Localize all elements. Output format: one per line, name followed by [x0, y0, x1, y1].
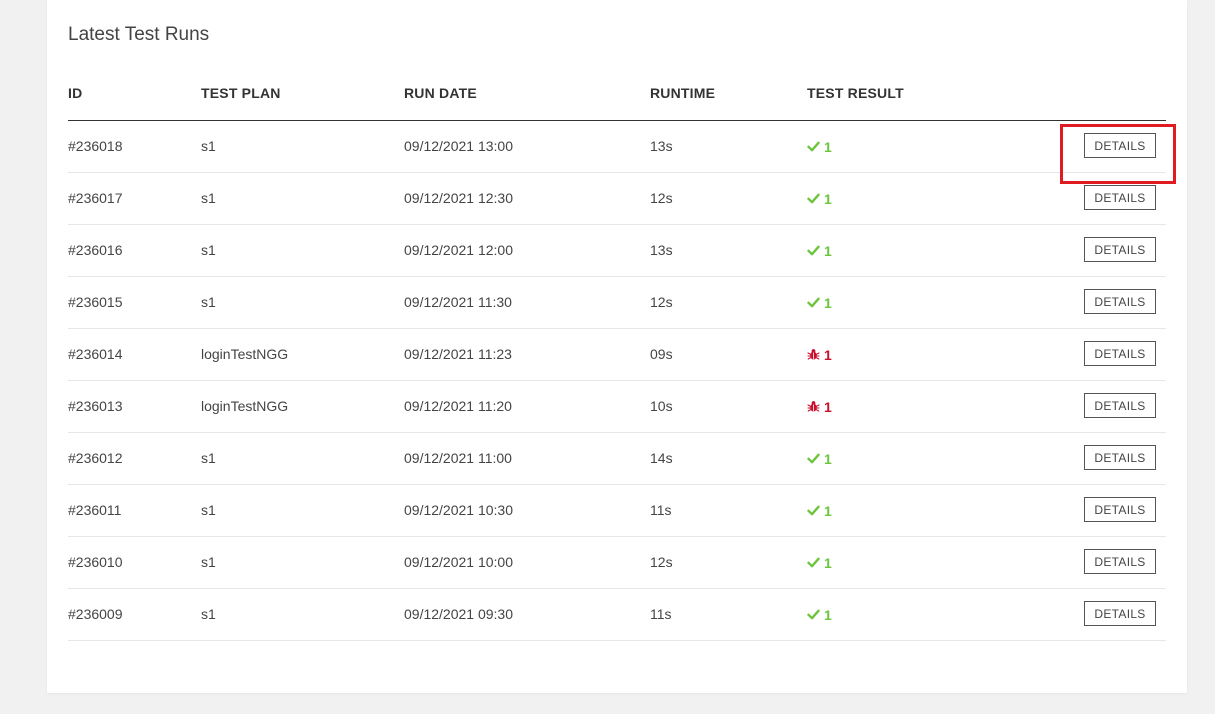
result-count: 1 [824, 398, 832, 415]
check-icon [807, 608, 820, 621]
table-row: #236010 s1 09/12/2021 10:00 12s 1 DETAILS [68, 537, 1166, 589]
column-header-run-date: RUN DATE [404, 85, 477, 101]
runtime: 12s [650, 190, 673, 206]
table-row: #236009 s1 09/12/2021 09:30 11s 1 DETAILS [68, 589, 1166, 641]
run-date: 09/12/2021 12:00 [404, 242, 513, 258]
details-button[interactable]: DETAILS [1084, 601, 1156, 626]
run-date: 09/12/2021 10:00 [404, 554, 513, 570]
run-date: 09/12/2021 13:00 [404, 138, 513, 154]
runtime: 13s [650, 242, 673, 258]
table-row: #236017 s1 09/12/2021 12:30 12s 1 DETAILS [68, 173, 1166, 225]
check-icon [807, 296, 820, 309]
column-header-test-plan: TEST PLAN [201, 85, 281, 101]
result-count: 1 [824, 346, 832, 363]
result-count: 1 [824, 606, 832, 623]
test-plan: s1 [201, 138, 216, 154]
table-row: #236014 loginTestNGG 09/12/2021 11:23 09s 1 D… [68, 329, 1166, 381]
table-header: ID TEST PLAN RUN DATE RUNTIME TEST RESUL… [68, 80, 1166, 121]
run-id: #236009 [68, 606, 123, 622]
test-result: 1 [807, 121, 832, 172]
test-result: 1 [807, 277, 832, 328]
run-id: #236017 [68, 190, 123, 206]
column-header-test-result: TEST RESULT [807, 85, 904, 101]
runtime: 10s [650, 398, 673, 414]
table-row: #236018 s1 09/12/2021 13:00 13s 1 DETAILS [68, 121, 1166, 173]
details-button[interactable]: DETAILS [1084, 445, 1156, 470]
result-count: 1 [824, 294, 832, 311]
run-date: 09/12/2021 09:30 [404, 606, 513, 622]
run-id: #236013 [68, 398, 123, 414]
result-count: 1 [824, 554, 832, 571]
run-id: #236015 [68, 294, 123, 310]
test-result: 1 [807, 589, 832, 640]
runtime: 12s [650, 294, 673, 310]
result-count: 1 [824, 138, 832, 155]
table-row: #236013 loginTestNGG 09/12/2021 11:20 10s 1 D… [68, 381, 1166, 433]
column-header-id: ID [68, 85, 83, 101]
test-result: 1 [807, 485, 832, 536]
runtime: 11s [650, 606, 672, 622]
result-count: 1 [824, 450, 832, 467]
latest-test-runs-panel: Latest Test Runs ID TEST PLAN RUN DATE R… [47, 0, 1187, 693]
check-icon [807, 556, 820, 569]
details-button[interactable]: DETAILS [1084, 289, 1156, 314]
test-result: 1 [807, 433, 832, 484]
run-id: #236014 [68, 346, 123, 362]
test-plan: s1 [201, 294, 216, 310]
test-plan: s1 [201, 242, 216, 258]
bug-icon [807, 348, 820, 361]
panel-title: Latest Test Runs [68, 24, 210, 45]
run-date: 09/12/2021 11:30 [404, 294, 512, 310]
test-result: 1 [807, 329, 832, 380]
run-id: #236018 [68, 138, 123, 154]
test-result: 1 [807, 173, 832, 224]
details-button[interactable]: DETAILS [1084, 497, 1156, 522]
check-icon [807, 140, 820, 153]
result-count: 1 [824, 190, 832, 207]
table-row: #236016 s1 09/12/2021 12:00 13s 1 DETAILS [68, 225, 1166, 277]
run-id: #236010 [68, 554, 123, 570]
check-icon [807, 504, 820, 517]
runtime: 11s [650, 502, 672, 518]
run-date: 09/12/2021 11:00 [404, 450, 512, 466]
column-header-runtime: RUNTIME [650, 85, 716, 101]
test-plan: loginTestNGG [201, 346, 289, 362]
details-button[interactable]: DETAILS [1084, 185, 1156, 210]
run-id: #236011 [68, 502, 122, 518]
run-id: #236012 [68, 450, 123, 466]
test-plan: loginTestNGG [201, 398, 289, 414]
run-id: #236016 [68, 242, 123, 258]
table-row: #236015 s1 09/12/2021 11:30 12s 1 DETAILS [68, 277, 1166, 329]
run-date: 09/12/2021 12:30 [404, 190, 513, 206]
test-plan: s1 [201, 606, 216, 622]
table-row: #236012 s1 09/12/2021 11:00 14s 1 DETAILS [68, 433, 1166, 485]
bug-icon [807, 400, 820, 413]
check-icon [807, 452, 820, 465]
test-plan: s1 [201, 502, 216, 518]
test-result: 1 [807, 381, 832, 432]
test-result: 1 [807, 537, 832, 588]
table-body: #236018 s1 09/12/2021 13:00 13s 1 DETAILS #236… [68, 121, 1166, 641]
run-date: 09/12/2021 10:30 [404, 502, 513, 518]
check-icon [807, 192, 820, 205]
details-button[interactable]: DETAILS [1084, 549, 1156, 574]
details-button[interactable]: DETAILS [1084, 133, 1156, 158]
table-row: #236011 s1 09/12/2021 10:30 11s 1 DETAILS [68, 485, 1166, 537]
run-date: 09/12/2021 11:20 [404, 398, 512, 414]
test-plan: s1 [201, 554, 216, 570]
runtime: 09s [650, 346, 673, 362]
test-plan: s1 [201, 450, 216, 466]
run-date: 09/12/2021 11:23 [404, 346, 512, 362]
details-button[interactable]: DETAILS [1084, 393, 1156, 418]
test-plan: s1 [201, 190, 216, 206]
runtime: 12s [650, 554, 673, 570]
details-button[interactable]: DETAILS [1084, 341, 1156, 366]
result-count: 1 [824, 502, 832, 519]
test-result: 1 [807, 225, 832, 276]
runtime: 14s [650, 450, 673, 466]
runtime: 13s [650, 138, 673, 154]
details-button[interactable]: DETAILS [1084, 237, 1156, 262]
result-count: 1 [824, 242, 832, 259]
check-icon [807, 244, 820, 257]
